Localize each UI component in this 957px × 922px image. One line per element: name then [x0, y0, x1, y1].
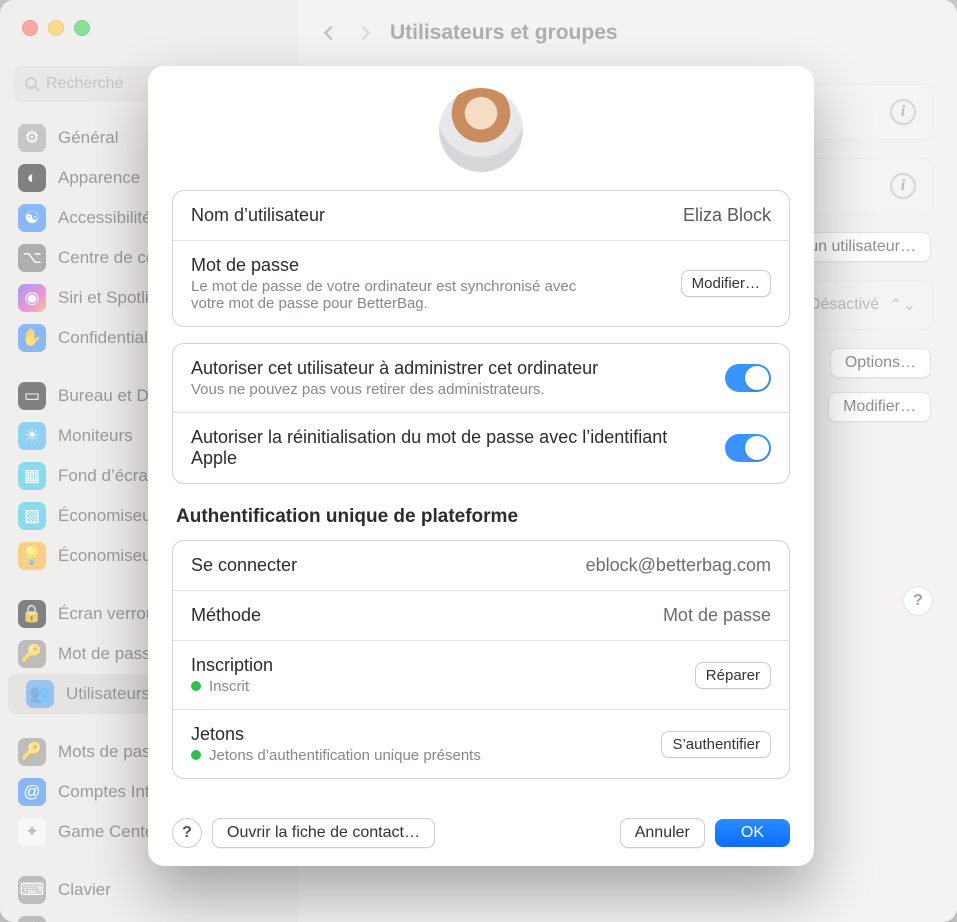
key-icon: 🔑 — [18, 738, 46, 766]
appleid-reset-row: Autoriser la réinitialisation du mot de … — [173, 412, 789, 483]
accessibility-icon: ☯ — [18, 204, 46, 232]
autologin-value: Désactivé — [809, 296, 879, 314]
sso-signin-label: Se connecter — [191, 555, 297, 576]
hand-icon: ✋ — [18, 324, 46, 352]
sso-tokens-status: Jetons d’authentification unique présent… — [191, 747, 481, 764]
user-identity-card: Nom d’utilisateur Eliza Block Mot de pas… — [172, 190, 790, 327]
options-button[interactable]: Options… — [830, 348, 931, 378]
control-center-icon: ⌥ — [18, 244, 46, 272]
user-detail-sheet: Nom d’utilisateur Eliza Block Mot de pas… — [148, 66, 814, 866]
status-dot-green-icon — [191, 750, 201, 760]
appleid-toggle[interactable] — [725, 434, 771, 462]
sidebar-label: Mot de passe — [58, 644, 160, 664]
key-icon: 🔑 — [18, 640, 46, 668]
sso-heading: Authentification unique de plateforme — [176, 506, 786, 528]
sheet-footer: ? Ouvrir la fiche de contact… Annuler OK — [172, 818, 790, 848]
search-icon — [24, 76, 40, 92]
sidebar-label: Game Center — [58, 822, 160, 842]
search-placeholder: Recherche — [46, 75, 123, 93]
username-label: Nom d’utilisateur — [191, 205, 325, 226]
system-settings-window: Recherche ⚙ Général ◐ Apparence ☯ Accessibi… — [0, 0, 957, 922]
cancel-button[interactable]: Annuler — [620, 818, 705, 848]
sso-registration-status-text: Inscrit — [209, 678, 249, 695]
sso-method-value: Mot de passe — [663, 605, 771, 626]
sidebar-label: Apparence — [58, 168, 140, 188]
chevron-updown-icon[interactable]: ⌃⌄ — [889, 295, 916, 315]
sso-signin-row: Se connecter eblock@betterbag.com — [173, 541, 789, 590]
admin-label: Autoriser cet utilisateur à administrer … — [191, 358, 598, 379]
forward-chevron-icon[interactable] — [354, 22, 376, 44]
topbar: Utilisateurs et groupes — [298, 0, 957, 66]
admin-row: Autoriser cet utilisateur à administrer … — [173, 344, 789, 412]
siri-icon: ◉ — [18, 284, 46, 312]
sidebar-label: Accessibilité — [58, 208, 152, 228]
username-row: Nom d’utilisateur Eliza Block — [173, 191, 789, 240]
sso-tokens-status-text: Jetons d’authentification unique présent… — [209, 747, 481, 764]
admin-toggle[interactable] — [725, 364, 771, 392]
wallpaper-icon: ▦ — [18, 462, 46, 490]
sso-method-label: Méthode — [191, 605, 261, 626]
admin-card: Autoriser cet utilisateur à administrer … — [172, 343, 790, 484]
sidebar-label: Moniteurs — [58, 426, 133, 446]
keyboard-icon: ⌨ — [18, 876, 46, 904]
minimize-window-icon[interactable] — [48, 20, 64, 36]
appleid-label: Autoriser la réinitialisation du mot de … — [191, 427, 711, 469]
gear-icon: ⚙ — [18, 124, 46, 152]
mouse-icon: 🖱 — [18, 916, 46, 922]
sidebar-label: Fond d’écran — [58, 466, 157, 486]
modify-password-button[interactable]: Modifier… — [681, 270, 771, 297]
window-controls — [22, 20, 90, 36]
password-row: Mot de passe Le mot de passe de votre or… — [173, 240, 789, 326]
user-avatar[interactable] — [439, 88, 523, 172]
appearance-icon: ◐ — [18, 164, 46, 192]
username-value: Eliza Block — [683, 205, 771, 226]
desktop-icon: ▭ — [18, 382, 46, 410]
display-icon: ☀ — [18, 422, 46, 450]
at-icon: @ — [18, 778, 46, 806]
back-chevron-icon[interactable] — [318, 22, 340, 44]
sidebar-item-keyboard[interactable]: ⌨ Clavier — [0, 870, 298, 910]
status-dot-green-icon — [191, 681, 201, 691]
page-title: Utilisateurs et groupes — [390, 21, 618, 45]
gamecenter-icon: ✦ — [18, 818, 46, 846]
users-icon: 👥 — [26, 680, 54, 708]
help-icon[interactable]: ? — [172, 818, 202, 848]
authenticate-button[interactable]: S’authentifier — [661, 731, 771, 758]
repair-button[interactable]: Réparer — [695, 662, 771, 689]
info-icon[interactable]: i — [890, 173, 916, 199]
sso-tokens-label: Jetons — [191, 724, 481, 745]
bulb-icon: 💡 — [18, 542, 46, 570]
password-sub: Le mot de passe de votre ordinateur est … — [191, 278, 611, 312]
info-icon[interactable]: i — [890, 99, 916, 125]
help-icon[interactable]: ? — [903, 586, 933, 616]
sidebar-label: Général — [58, 128, 118, 148]
sso-method-row: Méthode Mot de passe — [173, 590, 789, 640]
sidebar-label: Clavier — [58, 880, 111, 900]
zoom-window-icon[interactable] — [74, 20, 90, 36]
sso-signin-value: eblock@betterbag.com — [586, 555, 771, 576]
sso-tokens-row: Jetons Jetons d’authentification unique … — [173, 709, 789, 778]
sso-card: Se connecter eblock@betterbag.com Méthod… — [172, 540, 790, 779]
open-contact-button[interactable]: Ouvrir la fiche de contact… — [212, 818, 435, 848]
sso-registration-row: Inscription Inscrit Réparer — [173, 640, 789, 709]
screensaver-icon: ▧ — [18, 502, 46, 530]
close-window-icon[interactable] — [22, 20, 38, 36]
lock-icon: 🔒 — [18, 600, 46, 628]
modify-button[interactable]: Modifier… — [828, 392, 931, 422]
sso-registration-status: Inscrit — [191, 678, 273, 695]
sidebar-item-mouse[interactable]: 🖱Souris — [0, 910, 298, 922]
admin-sub: Vous ne pouvez pas vous retirer des admi… — [191, 381, 598, 398]
sso-registration-label: Inscription — [191, 655, 273, 676]
ok-button[interactable]: OK — [715, 819, 790, 847]
password-label: Mot de passe — [191, 255, 611, 276]
